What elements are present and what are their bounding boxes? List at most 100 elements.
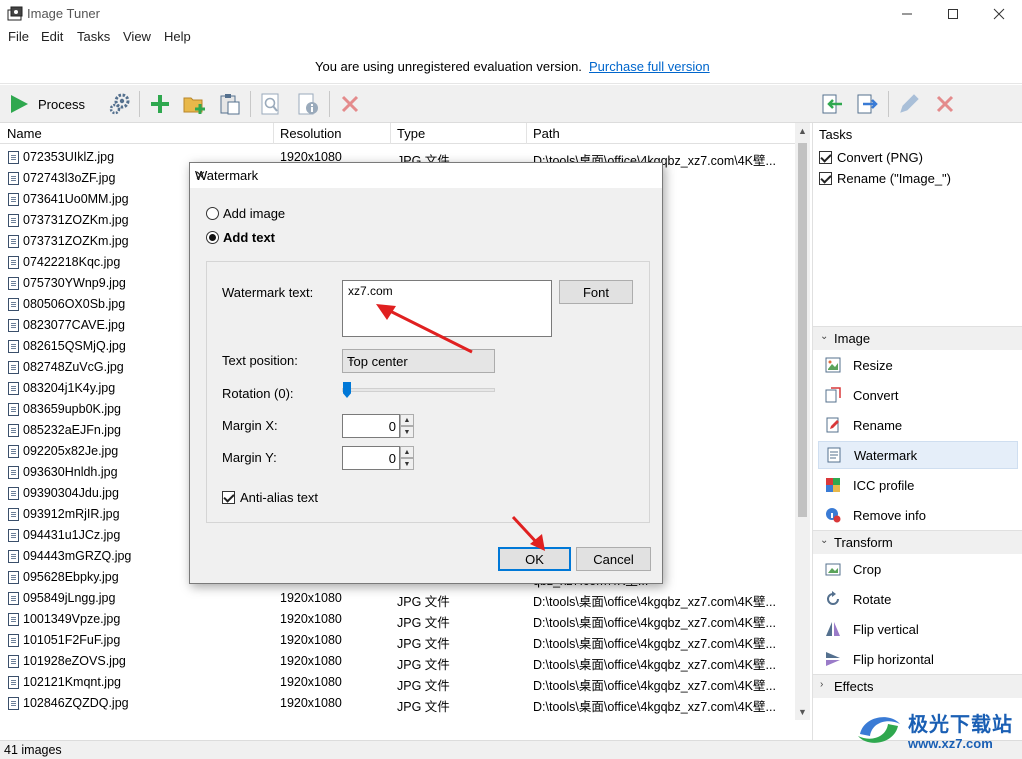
table-row[interactable]: 101051F2FuF.jpg 1920x1080 JPG 文件 D:\tools\桌…	[0, 630, 795, 651]
cell-path: D:\tools\桌面\office\4kgqbz_xz7.com\4K壁...	[533, 637, 776, 651]
font-button[interactable]: Font	[559, 280, 633, 304]
column-type[interactable]: Type	[397, 126, 425, 141]
cell-name: 07422218Kqc.jpg	[23, 255, 121, 269]
table-row[interactable]: 102121Kmqnt.jpg 1920x1080 JPG 文件 D:\tools\桌…	[0, 672, 795, 693]
column-resolution[interactable]: Resolution	[280, 126, 341, 141]
cell-name: 073641Uo0MM.jpg	[23, 192, 129, 206]
margin-x-input[interactable]: 0	[342, 414, 400, 438]
column-divider[interactable]	[273, 123, 274, 144]
column-divider[interactable]	[390, 123, 391, 144]
spin-down-icon[interactable]: ▼	[400, 426, 414, 438]
action-flip-vertical[interactable]: Flip vertical	[818, 615, 1018, 643]
menu-view[interactable]: View	[123, 29, 151, 44]
table-row[interactable]: 1001349Vpze.jpg 1920x1080 JPG 文件 D:\tools\桌…	[0, 609, 795, 630]
scroll-down-icon[interactable]: ▼	[798, 707, 807, 717]
spin-down-icon[interactable]: ▼	[400, 458, 414, 470]
action-resize[interactable]: Resize	[818, 351, 1018, 379]
menu-edit[interactable]: Edit	[41, 29, 63, 44]
minimize-button[interactable]	[884, 0, 930, 28]
action-label: Crop	[853, 561, 882, 577]
action-rotate[interactable]: Rotate	[818, 585, 1018, 613]
add-text-radio[interactable]: Add text	[206, 230, 275, 245]
preview-button[interactable]	[257, 89, 285, 119]
add-folder-button[interactable]	[181, 89, 209, 119]
menu-help[interactable]: Help	[164, 29, 191, 44]
column-divider[interactable]	[526, 123, 527, 144]
dialog-close-icon[interactable]: ✕	[195, 168, 656, 184]
plus-icon	[151, 95, 169, 113]
remove-button[interactable]	[336, 89, 364, 119]
action-crop[interactable]: Crop	[818, 555, 1018, 583]
file-icon	[8, 550, 19, 563]
text-position-select[interactable]: Top center ⌄	[342, 349, 495, 373]
task-checkbox[interactable]	[819, 172, 832, 185]
process-button[interactable]: Process	[8, 89, 85, 119]
chevron-down-icon: ⌄	[820, 535, 829, 546]
properties-button[interactable]	[294, 89, 322, 119]
file-icon	[8, 382, 19, 395]
table-row[interactable]: 102846ZQZDQ.jpg 1920x1080 JPG 文件 D:\tools\桌…	[0, 693, 795, 714]
column-path[interactable]: Path	[533, 126, 560, 141]
scroll-up-icon[interactable]: ▲	[798, 126, 807, 136]
task-rename[interactable]: Rename ("Image_")	[819, 171, 951, 186]
cell-resolution: 1920x1080	[280, 696, 342, 710]
action-remove-info[interactable]: Remove info	[818, 501, 1018, 529]
spin-up-icon[interactable]: ▲	[400, 446, 414, 458]
cell-path: D:\tools\桌面\office\4kgqbz_xz7.com\4K壁...	[533, 679, 776, 693]
margin-x-stepper[interactable]: ▲ ▼	[400, 414, 414, 438]
export-tasks-button[interactable]	[853, 89, 881, 119]
spin-up-icon[interactable]: ▲	[400, 414, 414, 426]
cell-name: 073731ZOZKm.jpg	[23, 234, 129, 248]
section-image[interactable]: ⌄ Image	[813, 326, 1022, 350]
watermark-text-input[interactable]: xz7.com	[342, 280, 552, 337]
preview-icon	[261, 93, 279, 115]
action-icc-profile[interactable]: ICC profile	[818, 471, 1018, 499]
file-icon	[8, 361, 19, 374]
add-files-button[interactable]	[146, 89, 174, 119]
section-transform[interactable]: ⌄ Transform	[813, 530, 1022, 554]
section-effects[interactable]: › Effects	[813, 674, 1022, 698]
action-convert[interactable]: Convert	[818, 381, 1018, 409]
edit-task-button[interactable]	[895, 89, 923, 119]
action-watermark[interactable]: Watermark	[818, 441, 1018, 469]
margin-y-stepper[interactable]: ▲ ▼	[400, 446, 414, 470]
rename-icon	[826, 417, 839, 433]
task-checkbox[interactable]	[819, 151, 832, 164]
menu-file[interactable]: File	[8, 29, 29, 44]
close-button[interactable]	[976, 0, 1022, 28]
add-image-radio[interactable]: Add image	[206, 206, 285, 221]
column-name[interactable]: Name	[7, 126, 42, 141]
margin-y-input[interactable]: 0	[342, 446, 400, 470]
table-row[interactable]: 101928eZOVS.jpg 1920x1080 JPG 文件 D:\tools\桌…	[0, 651, 795, 672]
cell-name: 093912mRjIR.jpg	[23, 507, 120, 521]
rotation-slider-track[interactable]	[342, 388, 495, 392]
delete-task-button[interactable]	[931, 89, 959, 119]
file-icon	[8, 529, 19, 542]
maximize-button[interactable]	[930, 0, 976, 28]
settings-button[interactable]	[106, 89, 134, 119]
cell-name: 101051F2FuF.jpg	[23, 633, 121, 647]
paste-button[interactable]	[216, 89, 244, 119]
table-row[interactable]: 095849jLngg.jpg 1920x1080 JPG 文件 D:\tools\桌…	[0, 588, 795, 609]
purchase-link[interactable]: Purchase full version	[589, 59, 710, 74]
task-convert[interactable]: Convert (PNG)	[819, 150, 923, 165]
cell-resolution: 1920x1080	[280, 591, 342, 605]
rotation-label: Rotation (0):	[222, 386, 294, 401]
scrollbar-thumb[interactable]	[798, 143, 807, 517]
cancel-button[interactable]: Cancel	[576, 547, 651, 571]
file-list-scrollbar[interactable]: ▲ ▼	[795, 123, 810, 720]
action-rename[interactable]: Rename	[818, 411, 1018, 439]
cell-name: 072743l3oZF.jpg	[23, 171, 116, 185]
file-icon	[8, 487, 19, 500]
action-flip-horizontal[interactable]: Flip horizontal	[818, 645, 1018, 673]
antialias-checkbox[interactable]: Anti-alias text	[222, 490, 318, 505]
toolbar: Process	[0, 85, 1022, 123]
file-icon	[8, 235, 19, 248]
radio-icon	[206, 207, 219, 220]
evaluation-text: You are using unregistered evaluation ve…	[315, 59, 582, 74]
ok-button[interactable]: OK	[498, 547, 571, 571]
menu-tasks[interactable]: Tasks	[77, 29, 110, 44]
pencil-icon	[900, 94, 919, 113]
cell-name: 083204j1K4y.jpg	[23, 381, 116, 395]
import-tasks-button[interactable]	[818, 89, 846, 119]
